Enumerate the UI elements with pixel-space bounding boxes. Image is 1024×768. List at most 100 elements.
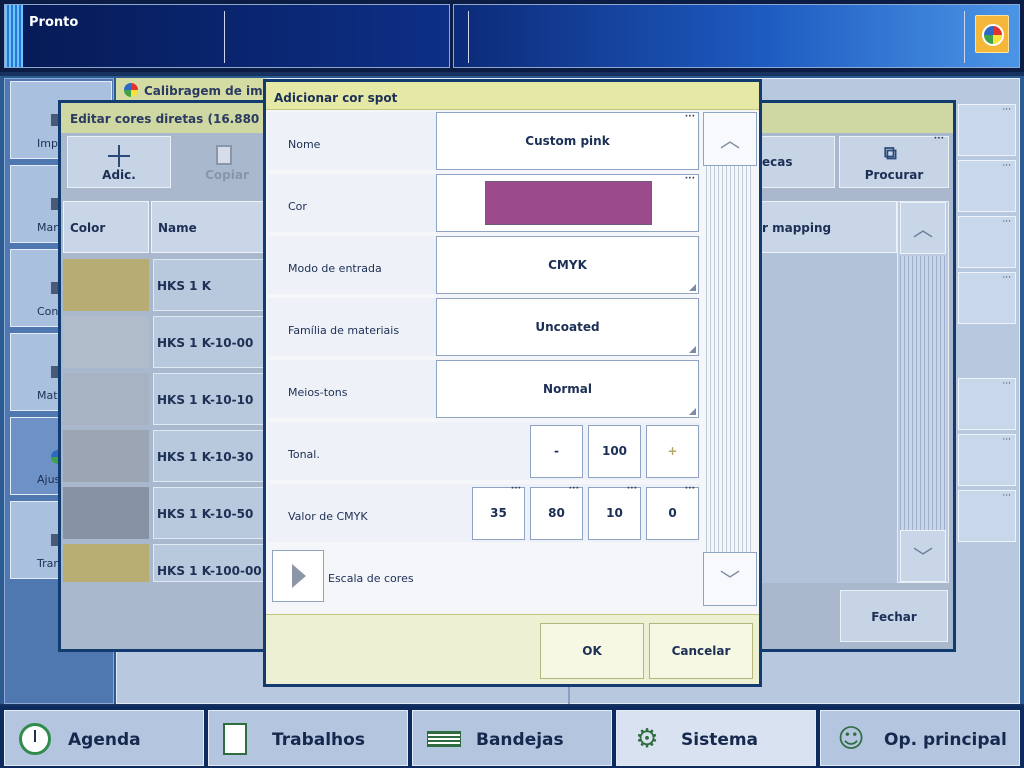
color-preview-swatch [485,181,652,225]
cyan-value-field[interactable]: 35 ··· [472,484,525,540]
add-spot-color-dialog: Adicionar cor spot Nome Custom pink ··· … [263,79,762,687]
right-tile[interactable]: ··· [958,434,1016,486]
list-scrollbar[interactable]: ︿ ﹀ [897,201,949,583]
table-row[interactable]: HKS 1 K-10-50 [153,487,265,539]
add-dialog-title: Adicionar cor spot [274,91,398,105]
more-icon: ··· [1002,105,1011,115]
cancel-button[interactable]: Cancelar [649,623,753,679]
status-divider [964,11,965,63]
scroll-track[interactable] [900,256,946,530]
dropdown-corner-icon [689,346,696,353]
dialog-scrollbar[interactable]: ︿ ﹀ [703,112,757,608]
copy-icon [216,145,232,165]
name-field[interactable]: Custom pink ··· [436,112,699,170]
color-calibration-button[interactable] [975,15,1009,53]
tab-agenda[interactable]: Agenda [4,710,204,766]
tab-system[interactable]: ⚙ Sistema [616,710,816,766]
pieces-button-label: ecas [762,155,793,169]
row-name: HKS 1 K [157,279,211,293]
color-wheel-icon [982,24,1004,46]
search-button-label: Procurar [864,168,924,182]
column-header-label: r mapping [762,221,832,235]
add-button[interactable]: Adic. [67,136,171,188]
name-value: Custom pink [525,134,610,148]
right-tile[interactable]: ··· [958,378,1016,430]
chevron-down-icon[interactable]: ﹀ [900,530,946,582]
more-icon: ··· [933,134,944,144]
color-field[interactable]: ··· [436,174,699,232]
scroll-track[interactable] [706,166,754,582]
color-swatch[interactable] [63,373,149,425]
chevron-up-icon[interactable]: ︿ [900,202,946,254]
status-divider [224,11,225,63]
printer-status-panel[interactable]: Pronto [4,4,450,68]
status-stripe [5,5,23,67]
table-row[interactable]: HKS 1 K-10-00 [153,316,265,368]
more-icon: ··· [1002,161,1011,171]
right-tile[interactable]: ··· [958,104,1016,156]
tab-label: Bandejas [476,730,564,750]
table-row[interactable]: HKS 1 K-10-30 [153,430,265,482]
halftones-select[interactable]: Normal [436,360,699,418]
pieces-button[interactable]: ecas [761,136,835,188]
nav-label: Mat [37,389,58,402]
halftones-value: Normal [543,382,592,396]
tab-label: Agenda [68,730,141,750]
column-header-color[interactable]: Color [63,201,149,253]
add-button-label: Adic. [102,168,136,182]
tab-jobs[interactable]: Trabalhos [208,710,408,766]
right-tile[interactable]: ··· [958,272,1016,324]
table-row[interactable]: HKS 1 K-100-00 [153,544,265,582]
binoculars-icon: ⧉ [884,143,897,164]
color-swatch[interactable] [63,544,149,582]
color-wheel-icon [124,83,138,97]
row-name: HKS 1 K-10-10 [157,393,254,407]
black-value-field[interactable]: 0 ··· [646,484,699,540]
yellow-value: 10 [606,506,623,520]
play-right-icon [292,564,306,588]
table-row[interactable]: HKS 1 K-10-10 [153,373,265,425]
bottom-navigation: Agenda Trabalhos Bandejas ⚙ Sistema ☺ Op… [0,706,1024,768]
color-swatch[interactable] [63,316,149,368]
input-mode-select[interactable]: CMYK [436,236,699,294]
dialog-footer: OK Cancelar [266,614,759,684]
color-scale-expand-button[interactable] [272,550,324,602]
chevron-down-icon[interactable]: ﹀ [703,552,757,606]
name-label: Nome [288,138,321,151]
magenta-value-field[interactable]: 80 ··· [530,484,583,540]
column-header-label: Name [158,221,197,235]
tab-key-operator[interactable]: ☺ Op. principal [820,710,1020,766]
ok-button[interactable]: OK [540,623,644,679]
status-divider [468,11,469,63]
search-button[interactable]: ··· ⧉ Procurar [839,134,949,188]
color-scale-label: Escala de cores [328,572,414,585]
color-swatch[interactable] [63,487,149,539]
chevron-up-icon[interactable]: ︿ [703,112,757,166]
halftones-label: Meios-tons [288,386,348,399]
yellow-value-field[interactable]: 10 ··· [588,484,641,540]
row-name: HKS 1 K-10-00 [157,336,254,350]
tab-trays[interactable]: Bandejas [412,710,612,766]
document-icon [223,723,247,755]
tab-label: Op. principal [884,730,1007,750]
right-tile[interactable]: ··· [958,216,1016,268]
more-icon: ··· [684,112,695,122]
row-name: HKS 1 K-100-00 [157,564,262,578]
row-name: HKS 1 K-10-50 [157,507,254,521]
media-family-select[interactable]: Uncoated [436,298,699,356]
column-header-mapping[interactable]: r mapping [761,201,897,253]
column-header-name[interactable]: Name [151,201,265,253]
close-button[interactable]: Fechar [840,590,948,642]
right-tile[interactable]: ··· [958,490,1016,542]
black-value: 0 [668,506,677,520]
table-row[interactable]: HKS 1 K [153,259,265,311]
color-swatch[interactable] [63,430,149,482]
color-swatch[interactable] [63,259,149,311]
cmyk-label: Valor de CMYK [288,510,368,523]
system-status-panel[interactable] [453,4,1020,68]
more-icon: ··· [684,484,695,494]
operator-icon: ☺ [837,724,865,754]
more-icon: ··· [568,484,579,494]
right-tile[interactable]: ··· [958,160,1016,212]
more-icon: ··· [684,174,695,184]
